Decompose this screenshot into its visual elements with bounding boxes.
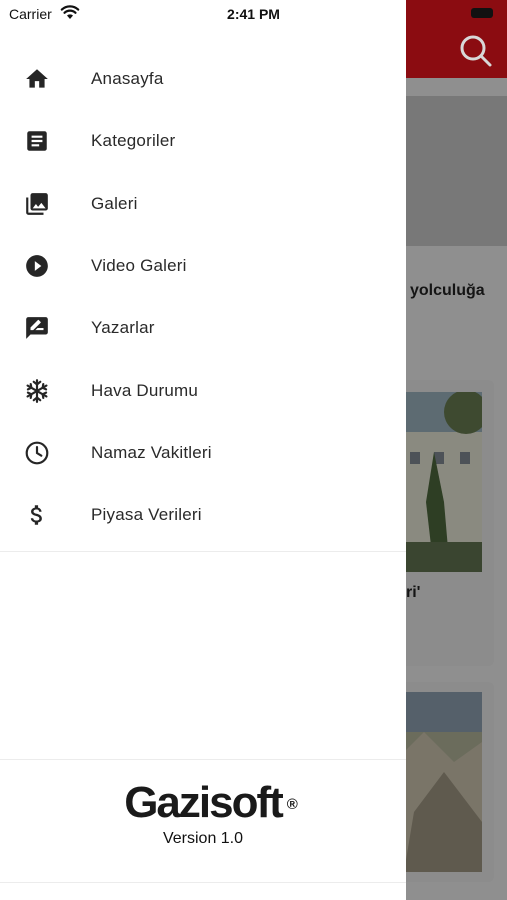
news-image [404,692,482,872]
menu-item-label: Yazarlar [91,318,155,338]
menu-item-yazarlar[interactable]: Yazarlar [0,297,406,359]
version-label: Version 1.0 [162,830,244,847]
menu-item-label: Hava Durumu [91,380,199,400]
article-icon [24,128,50,154]
home-icon [24,66,50,92]
dollar-icon [24,502,50,528]
menu-item-namaz-vakitleri[interactable]: Namaz Vakitleri [0,422,406,484]
footer-divider-top [0,759,406,760]
news-card-title[interactable]: ri' [406,584,420,602]
drawer-footer: Gazisoft ® Version 1.0 [0,778,406,848]
news-headline[interactable]: yolculuğa [410,282,485,300]
registered-mark: ® [286,796,298,813]
menu-item-label: Video Galeri [91,256,187,276]
menu-item-label: Kategoriler [91,131,176,151]
snowflake-icon [24,378,50,404]
search-icon[interactable] [459,34,493,68]
menu-item-video-galeri[interactable]: Video Galeri [0,235,406,297]
menu-item-hava-durumu[interactable]: Hava Durumu [0,359,406,421]
menu-item-anasayfa[interactable]: Anasayfa [0,48,406,110]
footer-divider-bottom [0,882,406,883]
menu-item-label: Anasayfa [91,69,164,89]
gazisoft-logo: Gazisoft ® [124,778,298,828]
menu-divider [0,551,406,552]
status-time: 2:41 PM [227,6,280,22]
rate-review-icon [24,315,50,341]
photo-library-icon [24,191,50,217]
clock-icon [24,440,50,466]
menu-item-label: Galeri [91,193,138,213]
menu-item-label: Piyasa Verileri [91,505,202,525]
brand-name: Gazisoft [124,778,284,827]
menu-item-galeri[interactable]: Galeri [0,173,406,235]
status-bar: Carrier 2:41 PM [0,0,406,28]
menu-item-kategoriler[interactable]: Kategoriler [0,110,406,172]
drawer-menu: Anasayfa Kategoriler Galeri Video Galeri… [0,48,406,546]
menu-item-piyasa-verileri[interactable]: Piyasa Verileri [0,484,406,546]
play-circle-icon [24,253,50,279]
menu-item-label: Namaz Vakitleri [91,442,212,462]
news-image [404,392,482,572]
navigation-drawer: Carrier 2:41 PM Anasayfa Kategoriler Gal… [0,0,406,900]
